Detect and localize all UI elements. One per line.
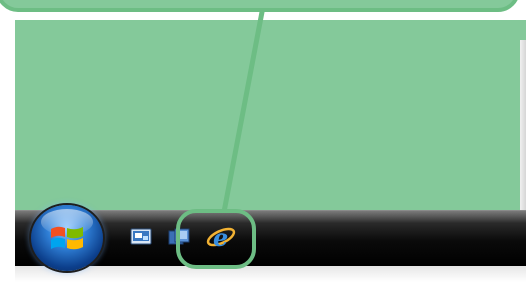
- screenshot-canvas: e: [0, 0, 526, 282]
- windows-flag-icon: [51, 226, 83, 250]
- svg-text:e: e: [213, 223, 228, 252]
- desktop-area: [15, 20, 526, 210]
- switch-windows-icon[interactable]: [168, 228, 190, 246]
- taskbar-shadow: [15, 266, 526, 282]
- start-button[interactable]: [31, 205, 103, 271]
- show-desktop-icon[interactable]: [130, 228, 152, 246]
- callout-band: [0, 0, 520, 12]
- internet-explorer-icon[interactable]: e: [205, 222, 237, 252]
